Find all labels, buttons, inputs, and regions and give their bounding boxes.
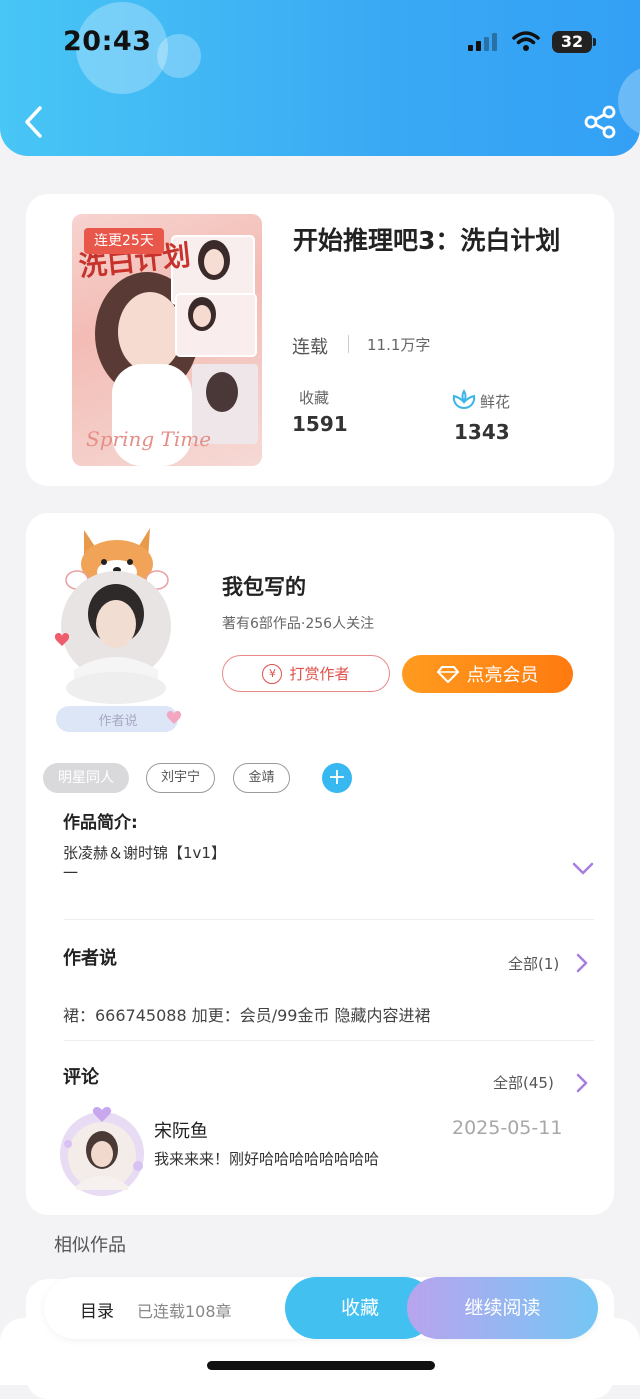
author-name[interactable]: 我包写的: [222, 571, 306, 601]
decor-bubble: [157, 34, 201, 78]
author-note-title: 作者说: [63, 948, 117, 969]
decor-bubble: [618, 66, 640, 136]
author-note-content: 裙：666745088 加更：会员/99金币 隐藏内容进裙: [63, 1006, 431, 1025]
svg-text:Spring Time: Spring Time: [86, 427, 211, 451]
book-title: 开始推理吧3：洗白计划: [293, 226, 561, 255]
divider: [64, 1040, 594, 1041]
comment-text: 我来来来！刚好哈哈哈哈哈哈哈哈: [154, 1150, 380, 1168]
back-arrow-icon[interactable]: [20, 104, 50, 140]
chevron-right-icon[interactable]: [575, 1072, 589, 1094]
comments-title: 评论: [63, 1067, 99, 1088]
home-indicator: [207, 1361, 435, 1370]
chapter-count[interactable]: 已连载108章: [137, 1298, 232, 1322]
author-note-all-link[interactable]: 全部(1): [508, 953, 559, 974]
expand-chevron-icon[interactable]: [572, 861, 594, 877]
share-icon[interactable]: [582, 104, 618, 140]
tag-item[interactable]: 金靖: [233, 763, 290, 793]
vip-button[interactable]: 点亮会员: [402, 655, 573, 693]
flower-icon: [452, 389, 476, 410]
commenter-avatar[interactable]: [54, 1104, 150, 1200]
reward-label: 打赏作者: [289, 665, 350, 683]
diamond-icon: [436, 666, 459, 683]
flowers-count: 1343: [454, 420, 510, 444]
vip-label: 点亮会员: [466, 665, 539, 686]
reward-author-button[interactable]: ¥ 打赏作者: [222, 655, 390, 692]
synopsis-line: 张凌赫＆谢时锦【1v1】: [63, 844, 226, 862]
chevron-right-icon[interactable]: [575, 952, 589, 974]
add-tag-button[interactable]: +: [322, 763, 352, 793]
tag-item[interactable]: 刘宇宁: [146, 763, 215, 793]
cover-badge: 连更25天: [84, 228, 164, 254]
similar-works-title: 相似作品: [54, 1235, 126, 1256]
wifi-icon: [512, 31, 540, 51]
status-time: 20:43: [63, 26, 152, 57]
book-status: 连载: [292, 337, 328, 358]
comment-date: 2025-05-11: [452, 1117, 563, 1139]
battery-icon: 32: [552, 31, 592, 53]
commenter-name[interactable]: 宋阮鱼: [154, 1117, 208, 1143]
synopsis-line: 一: [63, 864, 79, 882]
word-count: 11.1万字: [367, 336, 431, 354]
synopsis-title: 作品简介:: [63, 813, 138, 833]
cellular-signal-icon: [468, 33, 502, 51]
comments-all-link[interactable]: 全部(45): [493, 1072, 554, 1093]
favorites-count: 1591: [292, 412, 348, 436]
divider: [64, 919, 594, 920]
yen-icon: ¥: [262, 663, 283, 684]
battery-tip: [593, 38, 596, 46]
tag-category[interactable]: 明星同人: [43, 763, 129, 793]
continue-reading-button[interactable]: 继续阅读: [407, 1277, 598, 1339]
header-bar: [0, 0, 640, 156]
flowers-label: 鲜花: [480, 393, 511, 411]
catalog-link[interactable]: 目录: [80, 1297, 114, 1322]
author-meta: 著有6部作品·256人关注: [222, 616, 375, 632]
author-avatar-frame[interactable]: [44, 520, 192, 740]
avatar-caption: 作者说: [98, 714, 138, 729]
divider: [348, 335, 349, 353]
favorites-label: 收藏: [299, 389, 330, 407]
